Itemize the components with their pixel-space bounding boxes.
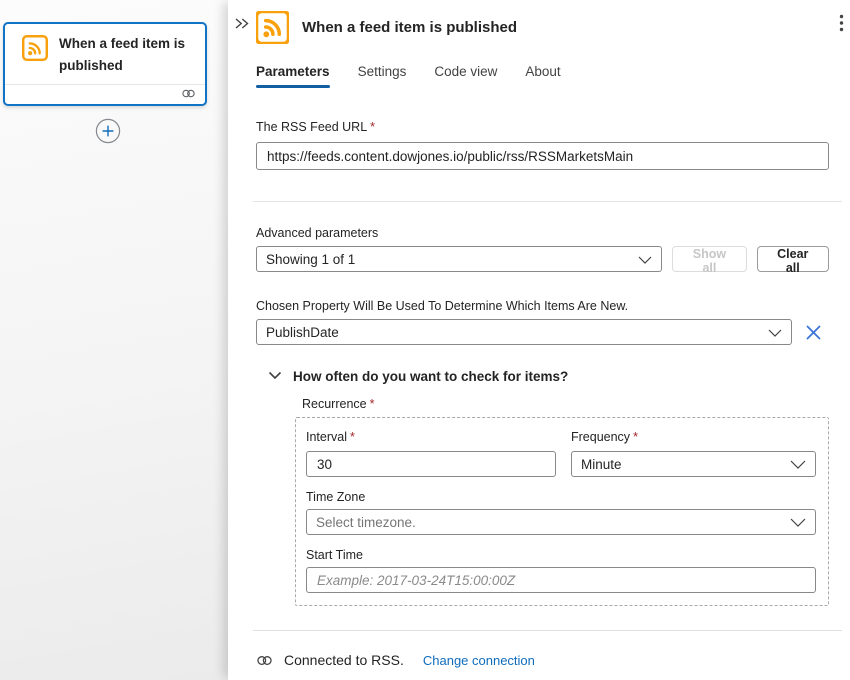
trigger-card-title: When a feed item is published bbox=[59, 33, 197, 76]
tab-about[interactable]: About bbox=[525, 64, 560, 88]
required-marker: * bbox=[350, 430, 355, 444]
chosen-property-dropdown[interactable]: PublishDate bbox=[256, 319, 792, 345]
recurrence-label: Recurrence bbox=[302, 397, 367, 411]
frequency-label: Frequency bbox=[571, 430, 630, 444]
connection-status-text: Connected to RSS. bbox=[284, 652, 404, 668]
tab-parameters[interactable]: Parameters bbox=[256, 64, 330, 88]
required-marker: * bbox=[633, 430, 638, 444]
properties-panel: When a feed item is published Parameters… bbox=[228, 0, 850, 680]
dismiss-x-icon[interactable] bbox=[805, 324, 822, 341]
rss-url-label-row: The RSS Feed URL* bbox=[256, 118, 829, 136]
chevron-down-icon bbox=[768, 325, 782, 340]
frequency-dropdown[interactable]: Minute bbox=[571, 451, 816, 477]
time-zone-field: Time Zone Select timezone. bbox=[306, 490, 816, 535]
recurrence-editor: Interval* Frequency* Minute bbox=[295, 417, 829, 606]
tab-settings[interactable]: Settings bbox=[358, 64, 407, 88]
interval-label: Interval bbox=[306, 430, 347, 444]
trigger-card[interactable]: When a feed item is published bbox=[3, 22, 207, 106]
section-divider bbox=[253, 201, 842, 202]
chevron-down-icon bbox=[638, 252, 652, 267]
recurrence-section-title: How often do you want to check for items… bbox=[293, 369, 568, 384]
chevron-down-icon bbox=[790, 515, 806, 530]
rss-url-input[interactable] bbox=[256, 142, 829, 170]
show-all-button[interactable]: Show all bbox=[672, 246, 746, 272]
advanced-parameters-dropdown[interactable]: Showing 1 of 1 bbox=[256, 246, 662, 272]
connection-footer: Connected to RSS. Change connection bbox=[256, 652, 829, 668]
advanced-parameters-dropdown-value: Showing 1 of 1 bbox=[266, 252, 355, 267]
recurrence-section-toggle[interactable]: How often do you want to check for items… bbox=[268, 367, 568, 385]
more-vertical-icon[interactable] bbox=[835, 12, 848, 34]
frequency-field: Frequency* Minute bbox=[571, 428, 816, 477]
required-marker: * bbox=[370, 120, 375, 134]
panel-header: When a feed item is published bbox=[256, 10, 829, 44]
interval-field: Interval* bbox=[306, 428, 556, 477]
rss-url-label: The RSS Feed URL bbox=[256, 120, 367, 134]
trigger-card-footer bbox=[5, 84, 205, 105]
chevron-down-icon bbox=[790, 457, 806, 472]
recurrence-label-row: Recurrence* bbox=[302, 395, 829, 413]
start-time-field: Start Time bbox=[306, 548, 816, 593]
rss-icon bbox=[256, 11, 289, 44]
footer-divider bbox=[253, 630, 842, 631]
tab-bar: Parameters Settings Code view About bbox=[256, 64, 829, 88]
flow-canvas: When a feed item is published bbox=[0, 0, 228, 680]
frequency-dropdown-value: Minute bbox=[581, 457, 622, 472]
chevron-down-icon bbox=[268, 367, 282, 385]
time-zone-label: Time Zone bbox=[306, 490, 816, 504]
advanced-parameters-label: Advanced parameters bbox=[256, 226, 829, 240]
chosen-property-label: Chosen Property Will Be Used To Determin… bbox=[256, 299, 829, 313]
chosen-property-row: PublishDate bbox=[256, 319, 829, 345]
advanced-parameters-row: Showing 1 of 1 Show all Clear all bbox=[256, 246, 829, 272]
connection-status-icon bbox=[181, 86, 196, 104]
start-time-label: Start Time bbox=[306, 548, 816, 562]
panel-title: When a feed item is published bbox=[302, 19, 517, 36]
link-connection-icon bbox=[256, 654, 273, 667]
clear-all-button[interactable]: Clear all bbox=[757, 246, 829, 272]
interval-frequency-row: Interval* Frequency* Minute bbox=[306, 428, 816, 477]
frequency-label-row: Frequency* bbox=[571, 428, 816, 446]
double-chevron-right-icon[interactable] bbox=[234, 17, 250, 30]
chosen-property-dropdown-value: PublishDate bbox=[266, 325, 339, 340]
tab-code-view[interactable]: Code view bbox=[434, 64, 497, 88]
change-connection-link[interactable]: Change connection bbox=[423, 653, 535, 668]
start-time-input[interactable] bbox=[306, 567, 816, 593]
required-marker: * bbox=[370, 397, 375, 411]
recurrence-group: Recurrence* Interval* Frequency* Minute bbox=[295, 395, 829, 606]
interval-label-row: Interval* bbox=[306, 428, 556, 446]
add-action-button[interactable] bbox=[95, 118, 121, 144]
time-zone-dropdown[interactable]: Select timezone. bbox=[306, 509, 816, 535]
rss-icon bbox=[22, 35, 48, 66]
time-zone-placeholder: Select timezone. bbox=[316, 515, 416, 530]
interval-input[interactable] bbox=[306, 451, 556, 477]
trigger-card-main: When a feed item is published bbox=[5, 24, 205, 84]
